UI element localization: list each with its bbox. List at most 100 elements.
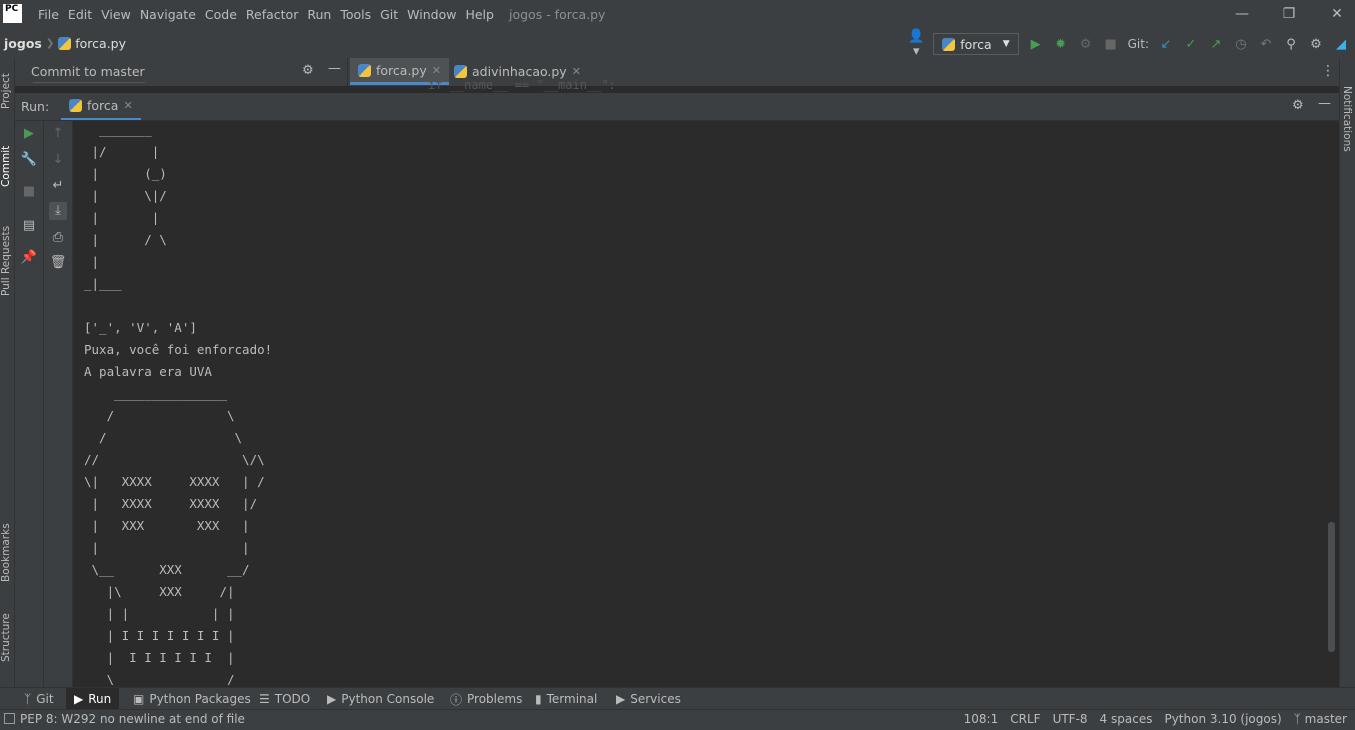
hide-icon[interactable]: — xyxy=(328,61,341,76)
bottom-tab-git[interactable]: ᛉ Git xyxy=(16,688,62,710)
package-icon: ▣ xyxy=(133,692,145,706)
restore-icon[interactable]: ❐ xyxy=(1279,4,1299,24)
indent-setting[interactable]: 4 spaces xyxy=(1100,712,1153,726)
bottom-tab-label: Run xyxy=(88,692,112,706)
bottom-tab-run[interactable]: ▶ Run xyxy=(66,688,120,710)
console-line: \| XXXX XXXX | / xyxy=(84,474,265,489)
gear-icon[interactable]: ⚙ xyxy=(302,63,314,78)
history-icon[interactable]: ◷ xyxy=(1233,37,1249,52)
wrench-icon[interactable]: 🔧 xyxy=(20,151,38,169)
git-branch-label: master xyxy=(1304,712,1347,726)
bottom-tab-services[interactable]: ▶ Services xyxy=(608,688,689,710)
caret-position[interactable]: 108:1 xyxy=(964,712,999,726)
rerun-icon[interactable]: ▶ xyxy=(20,125,38,143)
console-output[interactable]: _______ |/ | | (_) | \|/ | | | / \ | _|__… xyxy=(84,119,1324,685)
menu-refactor[interactable]: Refactor xyxy=(246,7,298,22)
console-scrollbar[interactable] xyxy=(1328,522,1335,652)
run-tab-forca[interactable]: forca ✕ xyxy=(61,93,141,120)
bottom-tab-terminal[interactable]: ▮ Terminal xyxy=(527,688,605,710)
console-line: | \|/ xyxy=(84,188,167,203)
bottom-tab-label: Terminal xyxy=(546,692,598,706)
console-line: | (_) xyxy=(84,166,167,181)
stop-icon[interactable]: ■ xyxy=(1103,37,1119,52)
services-icon: ▶ xyxy=(616,692,626,706)
bottom-tab-label: Problems xyxy=(467,692,523,706)
tool-tab-notifications[interactable]: Notifications xyxy=(1341,86,1353,152)
menu-git[interactable]: Git xyxy=(380,7,398,22)
run-toolwindow-header: Run: forca ✕ ⚙ — xyxy=(15,93,1339,121)
tab-label: forca.py xyxy=(376,62,427,78)
bottom-tool-tabs: ᛉ Git ▶ Run ▣ Python Packages ☰ TODO ▶ P… xyxy=(0,687,1355,710)
terminal-icon: ▮ xyxy=(535,692,542,706)
divider xyxy=(33,82,145,83)
stop-icon[interactable]: ■ xyxy=(20,183,38,201)
tool-tab-commit[interactable]: Commit xyxy=(0,136,14,196)
breadcrumb-project[interactable]: jogos xyxy=(4,36,42,51)
bottom-tab-problems[interactable]: ⓘ Problems xyxy=(442,688,530,710)
console-line: _______ xyxy=(84,122,152,137)
tool-tab-project[interactable]: Project xyxy=(0,66,14,116)
commit-panel-title[interactable]: Commit to master xyxy=(31,64,145,79)
soft-wrap-icon[interactable]: ↵ xyxy=(49,177,67,195)
tool-tab-bookmarks[interactable]: Bookmarks xyxy=(0,518,14,588)
left-tool-strip: Project Commit Pull Requests Bookmarks S… xyxy=(0,58,15,687)
layout-icon[interactable]: ▤ xyxy=(20,217,38,235)
coverage-icon[interactable]: ⚙ xyxy=(1078,37,1094,52)
tool-tab-pull-requests[interactable]: Pull Requests xyxy=(0,216,14,306)
close-icon[interactable]: ✕ xyxy=(1327,4,1347,24)
line-separator[interactable]: CRLF xyxy=(1010,712,1040,726)
run-config-selector[interactable]: forca ▼ xyxy=(933,33,1019,55)
scroll-to-end-icon[interactable]: ⤓ xyxy=(49,202,67,220)
menu-help[interactable]: Help xyxy=(465,7,494,22)
bottom-tab-label: Python Console xyxy=(341,692,435,706)
python-interpreter[interactable]: Python 3.10 (jogos) xyxy=(1164,712,1281,726)
user-icon[interactable]: 👤▾ xyxy=(908,29,924,59)
close-icon[interactable]: ✕ xyxy=(123,99,132,112)
arrow-down-icon[interactable]: ↓ xyxy=(49,151,67,169)
console-line: | XXXX XXXX |/ xyxy=(84,496,258,511)
pin-icon[interactable]: 📌 xyxy=(20,249,38,267)
console-line: A palavra era UVA xyxy=(84,364,212,379)
trash-icon[interactable]: 🗑 xyxy=(49,254,67,272)
status-toggle-icon[interactable] xyxy=(4,713,15,724)
run-actions-gutter: ▶ 🔧 ■ ▤ 📌 xyxy=(15,121,44,687)
close-icon[interactable]: ✕ xyxy=(432,64,441,77)
git-branch[interactable]: ᛉ master xyxy=(1294,712,1347,726)
tool-tab-structure[interactable]: Structure xyxy=(0,608,14,668)
bottom-tab-python-packages[interactable]: ▣ Python Packages xyxy=(125,688,259,710)
print-icon[interactable]: ⎙ xyxy=(49,229,67,247)
menu-tools[interactable]: Tools xyxy=(340,7,371,22)
gear-icon[interactable]: ⚙ xyxy=(1292,98,1304,113)
minimize-icon[interactable]: — xyxy=(1232,4,1252,24)
run-icon[interactable]: ▶ xyxy=(1028,37,1044,52)
status-message[interactable]: PEP 8: W292 no newline at end of file xyxy=(20,712,245,726)
menu-run[interactable]: Run xyxy=(307,7,331,22)
close-icon[interactable]: ✕ xyxy=(572,65,581,78)
menu-code[interactable]: Code xyxy=(205,7,237,22)
console-line: | | xyxy=(84,210,160,225)
menu-window[interactable]: Window xyxy=(407,7,456,22)
plugin-logo-icon[interactable]: ◢ xyxy=(1333,37,1349,52)
breadcrumb-file[interactable]: forca.py xyxy=(75,36,126,51)
menu-view[interactable]: View xyxy=(101,7,131,22)
debug-icon[interactable]: ✹ xyxy=(1053,37,1069,52)
bottom-tab-todo[interactable]: ☰ TODO xyxy=(251,688,318,710)
navigation-bar: jogos ❯ forca.py 👤▾ forca ▼ ▶ ✹ ⚙ ■ Git:… xyxy=(0,29,1355,59)
menu-file[interactable]: File xyxy=(38,7,59,22)
menu-edit[interactable]: Edit xyxy=(68,7,92,22)
hide-icon[interactable]: — xyxy=(1318,96,1331,111)
search-icon[interactable]: ⚲ xyxy=(1283,37,1299,52)
git-push-icon[interactable]: ↗ xyxy=(1208,37,1224,52)
git-update-icon[interactable]: ↙ xyxy=(1158,37,1174,52)
console-line: | xyxy=(84,254,100,269)
bottom-tab-python-console[interactable]: ▶ Python Console xyxy=(319,688,442,710)
file-encoding[interactable]: UTF-8 xyxy=(1053,712,1088,726)
console-line: / \ xyxy=(84,430,243,445)
more-icon[interactable]: ⋮ xyxy=(1321,63,1335,79)
console-icon: ▶ xyxy=(327,692,337,706)
gear-icon[interactable]: ⚙ xyxy=(1308,37,1324,52)
arrow-up-icon[interactable]: ↑ xyxy=(49,125,67,143)
git-commit-icon[interactable]: ✓ xyxy=(1183,37,1199,52)
menu-navigate[interactable]: Navigate xyxy=(140,7,196,22)
rollback-icon[interactable]: ↶ xyxy=(1258,37,1274,52)
